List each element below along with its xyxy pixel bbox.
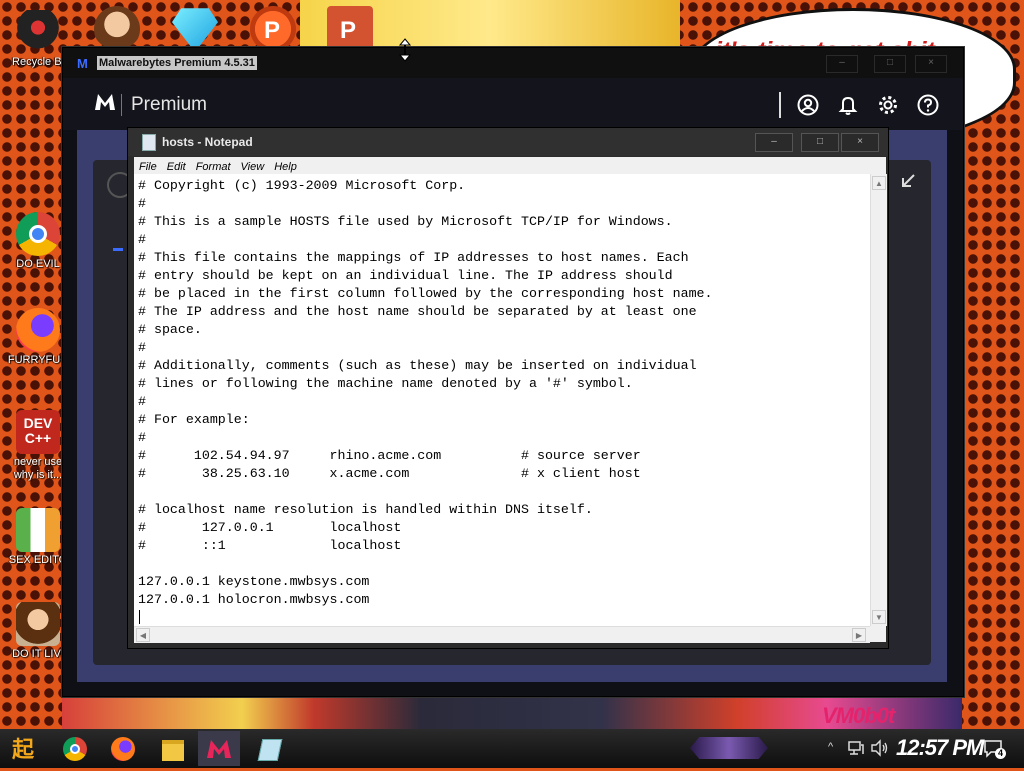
- collapse-arrow-icon[interactable]: [899, 172, 917, 195]
- network-icon[interactable]: [847, 739, 865, 762]
- notification-count-badge: 4: [995, 748, 1006, 759]
- taskbar-clock[interactable]: 12:57 PM: [896, 735, 984, 761]
- wallpaper-watermark: VM0b0t: [822, 703, 895, 728]
- notepad-titlebar[interactable]: hosts - Notepad – □ ×: [128, 128, 888, 156]
- hxd-editor-icon: [16, 508, 60, 552]
- malwarebytes-logo-icon: [93, 92, 117, 118]
- notepad-minimize-button[interactable]: –: [755, 133, 793, 152]
- taskbar: 起 ^ 12:57 PM 4: [0, 729, 1024, 768]
- notepad-icon[interactable]: [248, 731, 290, 766]
- close-button[interactable]: ×: [915, 55, 947, 73]
- volume-icon[interactable]: [870, 739, 890, 762]
- malwarebytes-titlebar[interactable]: M Malwarebytes Premium 4.5.31 – □ ×: [63, 48, 963, 78]
- svg-text:P: P: [340, 17, 356, 44]
- tab-indicator: [113, 248, 123, 251]
- notepad-maximize-button[interactable]: □: [801, 133, 839, 152]
- account-icon[interactable]: [797, 94, 819, 116]
- scroll-right-arrow-icon[interactable]: ▶: [852, 628, 866, 642]
- svg-text:起: 起: [11, 737, 35, 762]
- notepad-close-button[interactable]: ×: [841, 133, 879, 152]
- scroll-left-arrow-icon[interactable]: ◀: [136, 628, 150, 642]
- header-divider: [779, 92, 781, 118]
- wallpaper-portrait-icon: [94, 6, 140, 52]
- text-caret: [139, 610, 140, 624]
- minimize-button[interactable]: –: [826, 55, 858, 73]
- notepad-window-title: hosts - Notepad: [162, 135, 253, 149]
- header-separator: [121, 94, 122, 116]
- recycle-bin-icon: [16, 10, 60, 54]
- notepad-menubar: File Edit Format View Help: [134, 157, 886, 174]
- gear-icon[interactable]: [877, 94, 899, 116]
- firefox-icon[interactable]: [102, 731, 144, 766]
- horizontal-scrollbar[interactable]: ◀ ▶: [134, 626, 870, 643]
- malwarebytes-logo-small-icon: M: [77, 56, 88, 71]
- resize-grip[interactable]: [870, 626, 886, 642]
- notepad-window: hosts - Notepad – □ × File Edit Format View…: [127, 127, 889, 649]
- taskbar-decoration: [690, 737, 768, 759]
- wallpaper-powerpoint-icon: P: [327, 6, 373, 52]
- show-hidden-icons-chevron-icon[interactable]: ^: [828, 741, 833, 753]
- malwarebytes-header: Premium: [63, 78, 963, 130]
- vertical-scrollbar[interactable]: ▲ ▼: [870, 174, 887, 626]
- malwarebytes-window-title: Malwarebytes Premium 4.5.31: [97, 56, 257, 70]
- hosts-file-content[interactable]: # Copyright (c) 1993-2009 Microsoft Corp…: [138, 177, 713, 609]
- scroll-up-arrow-icon[interactable]: ▲: [872, 176, 886, 190]
- malwarebytes-icon[interactable]: [198, 731, 240, 766]
- start-button[interactable]: 起: [4, 731, 46, 766]
- notepad-text-area[interactable]: # Copyright (c) 1993-2009 Microsoft Corp…: [134, 174, 870, 626]
- resize-cursor-icon: [398, 38, 412, 67]
- bell-icon[interactable]: [837, 94, 859, 116]
- maximize-button[interactable]: □: [874, 55, 906, 73]
- action-center-icon[interactable]: 4: [983, 738, 1006, 760]
- devcpp-icon: DEV C++: [16, 410, 60, 454]
- scroll-down-arrow-icon[interactable]: ▼: [872, 610, 886, 624]
- help-icon[interactable]: [917, 94, 939, 116]
- portrait-icon: [16, 602, 60, 646]
- wallpaper-p-icon: P: [250, 6, 296, 52]
- app-name: Premium: [131, 94, 208, 115]
- firefox-icon: [16, 308, 60, 352]
- notepad-file-icon: [142, 134, 156, 151]
- wallpaper-diamond-icon: [172, 8, 218, 52]
- chrome-icon[interactable]: [54, 731, 96, 766]
- chrome-icon: [16, 212, 60, 256]
- file-explorer-icon[interactable]: [152, 731, 194, 766]
- svg-text:P: P: [264, 17, 280, 44]
